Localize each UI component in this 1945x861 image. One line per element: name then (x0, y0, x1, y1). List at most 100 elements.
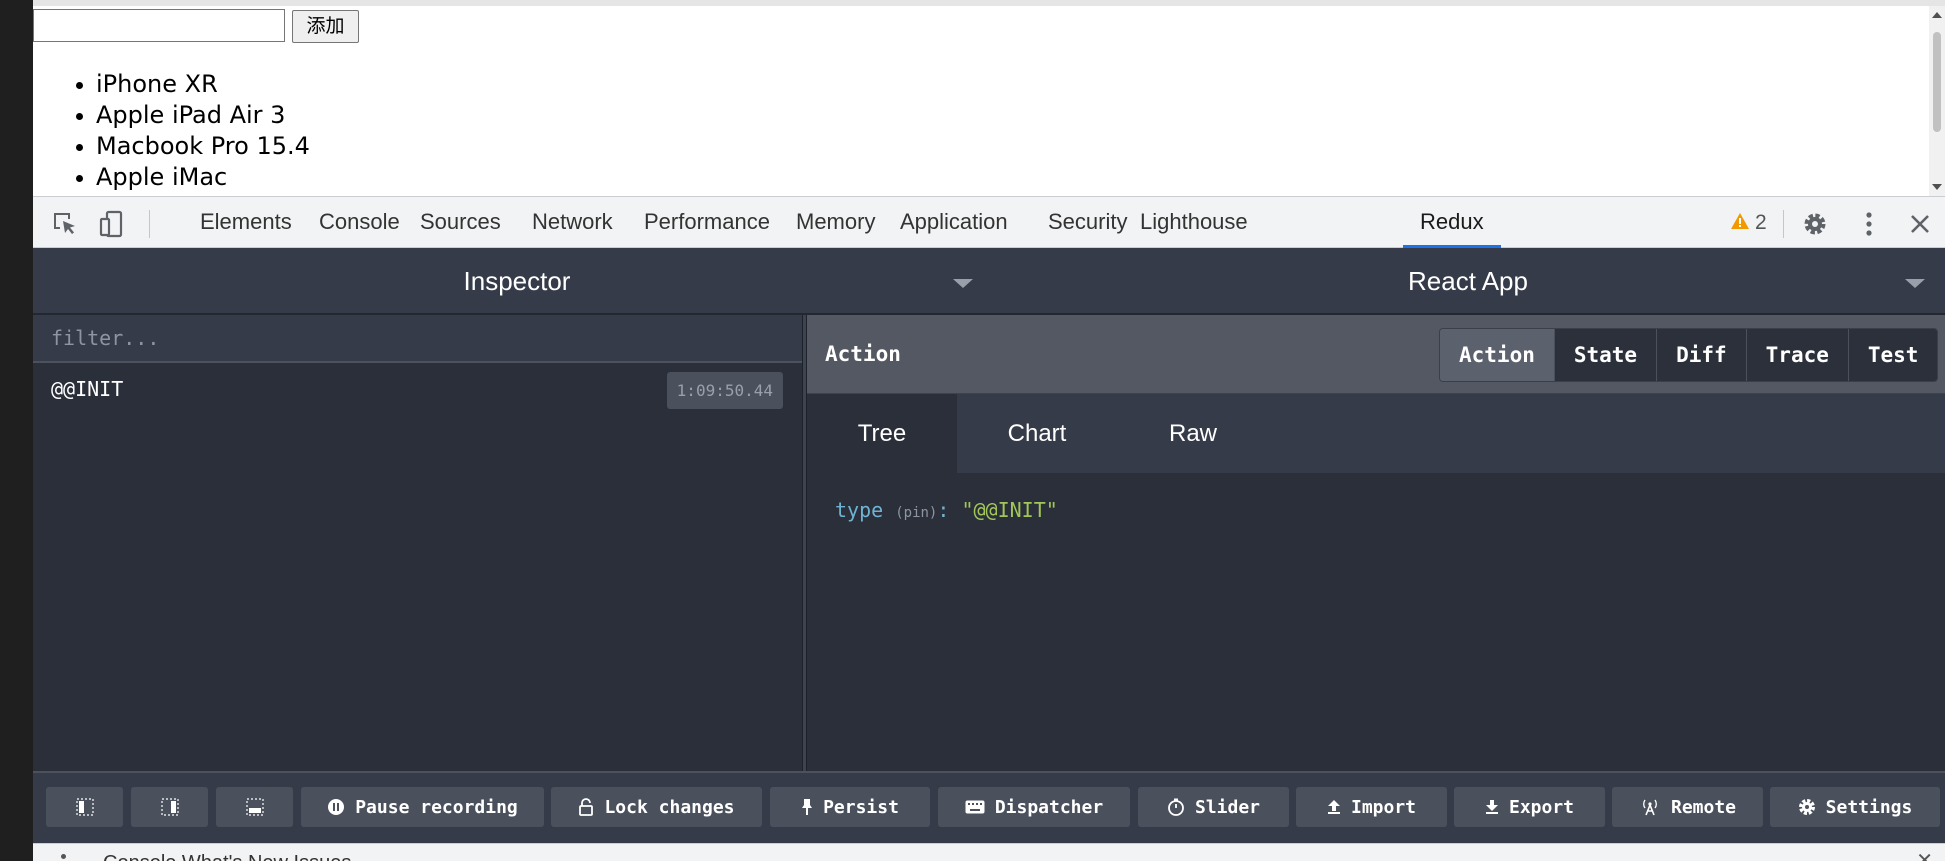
persist-label: Persist (823, 796, 899, 818)
tab-tree[interactable]: Tree (807, 394, 957, 473)
tab-sources[interactable]: Sources (403, 197, 518, 247)
import-label: Import (1350, 796, 1417, 818)
tab-action[interactable]: Action (1440, 329, 1555, 381)
lock-changes-button[interactable]: Lock changes (551, 787, 762, 827)
redux-footer-toolbar: Pause recording Lock changes Persist Dis… (33, 771, 1945, 843)
tab-elements[interactable]: Elements (183, 197, 309, 247)
preview-tab-group: Action State Diff Trace Test (1439, 328, 1939, 382)
drawer-tab-bar: Console What's New Issues ✕ (33, 843, 1945, 861)
device-toolbar-icon[interactable] (97, 209, 127, 239)
gear-icon (1798, 798, 1816, 816)
keyboard-icon (965, 800, 985, 814)
close-icon[interactable]: ✕ (1916, 848, 1933, 861)
remote-button[interactable]: Remote (1612, 787, 1763, 827)
desktop-left-edge (0, 0, 33, 861)
dock-bottom-icon (245, 798, 264, 816)
tree-key[interactable]: type (835, 498, 883, 522)
chevron-down-icon[interactable] (1905, 279, 1925, 288)
dispatcher-label: Dispatcher (994, 796, 1104, 818)
tab-diff[interactable]: Diff (1657, 329, 1747, 381)
scroll-up-icon[interactable] (1932, 12, 1942, 18)
export-label: Export (1508, 796, 1575, 818)
settings-button[interactable]: Settings (1770, 787, 1940, 827)
slider-button[interactable]: Slider (1138, 787, 1289, 827)
pin-icon (801, 798, 813, 816)
more-options-icon[interactable] (1854, 209, 1884, 239)
pause-recording-label: Pause recording (355, 796, 518, 818)
item-list: iPhone XR Apple iPad Air 3 Macbook Pro 1… (76, 69, 310, 193)
tab-raw[interactable]: Raw (1113, 394, 1273, 473)
persist-button[interactable]: Persist (770, 787, 930, 827)
stopwatch-icon (1167, 798, 1185, 816)
action-name: @@INIT (51, 377, 124, 401)
action-list-item[interactable]: @@INIT 1:09:50.44 (33, 363, 802, 419)
download-icon (1485, 799, 1499, 815)
tab-test[interactable]: Test (1848, 329, 1938, 381)
lock-icon (578, 798, 594, 816)
tab-memory[interactable]: Memory (779, 197, 892, 247)
tab-trace[interactable]: Trace (1746, 329, 1849, 381)
filter-input[interactable]: filter... (33, 315, 802, 363)
inspector-bottom-button[interactable] (216, 787, 293, 827)
upload-icon (1327, 799, 1341, 815)
dock-right-icon (160, 798, 179, 816)
tab-console[interactable]: Console (302, 197, 417, 247)
page-scrollbar[interactable] (1929, 6, 1945, 196)
export-button[interactable]: Export (1454, 787, 1605, 827)
item-input[interactable] (33, 9, 285, 42)
tab-chart[interactable]: Chart (957, 394, 1117, 473)
tree-value: "@@INIT" (961, 498, 1058, 522)
chevron-down-icon[interactable] (953, 279, 973, 288)
slider-label: Slider (1194, 796, 1261, 818)
list-item: iPhone XR (76, 69, 310, 100)
scroll-down-icon[interactable] (1932, 184, 1942, 190)
tab-state[interactable]: State (1554, 329, 1658, 381)
dock-left-icon (75, 798, 94, 816)
inspector-right-button[interactable] (131, 787, 208, 827)
tab-application[interactable]: Application (883, 197, 1025, 247)
list-item: Apple iPad Air 3 (76, 100, 310, 131)
lock-changes-label: Lock changes (604, 796, 735, 818)
instance-selector[interactable]: React App (1001, 248, 1935, 315)
tab-performance[interactable]: Performance (627, 197, 787, 247)
list-item: Apple iMac (76, 162, 310, 193)
redux-header: Inspector React App (33, 248, 1945, 315)
dispatcher-button[interactable]: Dispatcher (938, 787, 1130, 827)
preview-header: Action Action State Diff Trace Test (807, 315, 1945, 394)
tab-redux[interactable]: Redux (1403, 197, 1501, 248)
action-preview-pane: Action Action State Diff Trace Test Tree… (807, 315, 1945, 771)
remote-label: Remote (1670, 796, 1737, 818)
pin-toggle[interactable]: (pin) (895, 505, 937, 521)
close-icon[interactable] (1905, 209, 1935, 239)
preview-title: Action (825, 342, 901, 366)
drawer-tabs[interactable]: Console What's New Issues (103, 852, 351, 861)
warning-counter[interactable]: 2 (1731, 209, 1767, 237)
page-viewport: 添加 iPhone XR Apple iPad Air 3 Macbook Pr… (33, 0, 1945, 196)
antenna-icon (1639, 798, 1661, 816)
settings-label: Settings (1825, 796, 1913, 818)
action-timestamp: 1:09:50.44 (666, 372, 783, 409)
import-button[interactable]: Import (1296, 787, 1447, 827)
tab-network[interactable]: Network (515, 197, 630, 247)
action-tree: type (pin): "@@INIT" (835, 498, 1058, 522)
warning-count: 2 (1755, 211, 1767, 234)
pause-recording-button[interactable]: Pause recording (301, 787, 544, 827)
view-tab-bar: Tree Chart Raw (807, 394, 1945, 473)
inspect-element-icon[interactable] (50, 209, 80, 239)
redux-devtools-panel: Inspector React App filter... @@INIT 1:0… (33, 248, 1945, 843)
pause-icon (327, 798, 345, 816)
drawer-menu-icon[interactable] (61, 854, 66, 859)
warning-icon (1731, 209, 1749, 237)
inspector-left-button[interactable] (46, 787, 123, 827)
devtools-tab-bar: Elements Console Sources Network Perform… (33, 196, 1945, 248)
tree-colon: : (937, 498, 950, 522)
action-list-pane: filter... @@INIT 1:09:50.44 (33, 315, 802, 771)
add-button[interactable]: 添加 (292, 10, 359, 43)
list-item: Macbook Pro 15.4 (76, 132, 310, 160)
scrollbar-thumb[interactable] (1933, 32, 1941, 132)
toolbar-divider (149, 210, 150, 238)
gear-icon[interactable] (1800, 209, 1830, 239)
toolbar-divider (1783, 210, 1784, 238)
tab-lighthouse[interactable]: Lighthouse (1123, 197, 1265, 247)
monitor-selector[interactable]: Inspector (33, 248, 1001, 315)
